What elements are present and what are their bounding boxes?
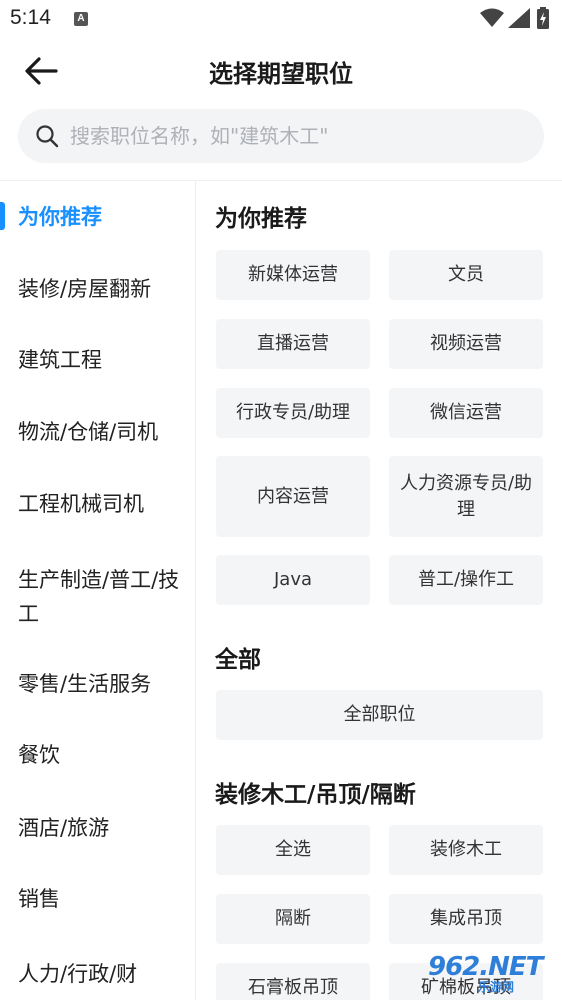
status-bar: 5:14 A — [0, 0, 562, 38]
all-positions-chip[interactable]: 全部职位 — [216, 690, 543, 740]
sidebar-item-hotel[interactable]: 酒店/旅游 — [18, 811, 188, 845]
position-chip[interactable]: 人力资源专员/助理 — [389, 456, 543, 537]
sidebar-item-decoration[interactable]: 装修/房屋翻新 — [18, 272, 188, 306]
sidebar-item-recommend[interactable]: 为你推荐 — [18, 200, 188, 234]
position-chip[interactable]: 石膏板吊顶 — [216, 963, 370, 1000]
search-bar[interactable] — [18, 109, 544, 163]
notification-icon: A — [74, 12, 88, 26]
position-chip[interactable]: 隔断 — [216, 894, 370, 944]
position-chip[interactable]: 集成吊顶 — [389, 894, 543, 944]
search-input[interactable] — [70, 109, 530, 163]
section-title-carpentry: 装修木工/吊顶/隔断 — [215, 782, 416, 808]
sidebar-item-machinery-driver[interactable]: 工程机械司机 — [18, 487, 188, 521]
signal-icon — [508, 8, 530, 28]
category-sidebar: 为你推荐 装修/房屋翻新 建筑工程 物流/仓储/司机 工程机械司机 生产制造/普… — [0, 181, 196, 1000]
section-title-recommend: 为你推荐 — [215, 206, 307, 232]
position-chip[interactable]: 微信运营 — [389, 388, 543, 438]
position-chip[interactable]: 文员 — [389, 250, 543, 300]
position-chip[interactable]: 直播运营 — [216, 319, 370, 369]
section-title-all: 全部 — [215, 647, 261, 673]
position-chip[interactable]: 内容运营 — [216, 456, 370, 537]
sidebar-item-retail[interactable]: 零售/生活服务 — [18, 667, 188, 701]
watermark-sub-text: 乐游网 — [478, 980, 515, 994]
position-chip[interactable]: Java — [216, 555, 370, 605]
position-chip[interactable]: 装修木工 — [389, 825, 543, 875]
search-icon — [36, 125, 59, 148]
position-chip[interactable]: 视频运营 — [389, 319, 543, 369]
select-all-chip[interactable]: 全选 — [216, 825, 370, 875]
position-chip[interactable]: 新媒体运营 — [216, 250, 370, 300]
sidebar-item-manufacturing[interactable]: 生产制造/普工/技工 — [18, 563, 188, 631]
site-watermark: 962.NET 乐游网 — [420, 950, 560, 996]
sidebar-item-logistics[interactable]: 物流/仓储/司机 — [18, 415, 188, 449]
page-title: 选择期望职位 — [209, 60, 353, 88]
sidebar-item-catering[interactable]: 餐饮 — [18, 738, 188, 772]
position-chip[interactable]: 普工/操作工 — [389, 555, 543, 605]
sidebar-item-hr-admin[interactable]: 人力/行政/财 — [18, 957, 188, 991]
sidebar-item-sales[interactable]: 销售 — [18, 882, 188, 916]
position-content: 为你推荐 新媒体运营 文员 直播运营 视频运营 行政专员/助理 微信运营 内容运… — [197, 181, 562, 1000]
active-indicator — [0, 202, 5, 230]
position-chip[interactable]: 行政专员/助理 — [216, 388, 370, 438]
app-header: 选择期望职位 — [0, 38, 562, 104]
status-time: 5:14 — [10, 6, 51, 29]
sidebar-item-construction[interactable]: 建筑工程 — [18, 343, 188, 377]
wifi-icon — [480, 8, 504, 27]
battery-charging-icon — [537, 7, 549, 29]
